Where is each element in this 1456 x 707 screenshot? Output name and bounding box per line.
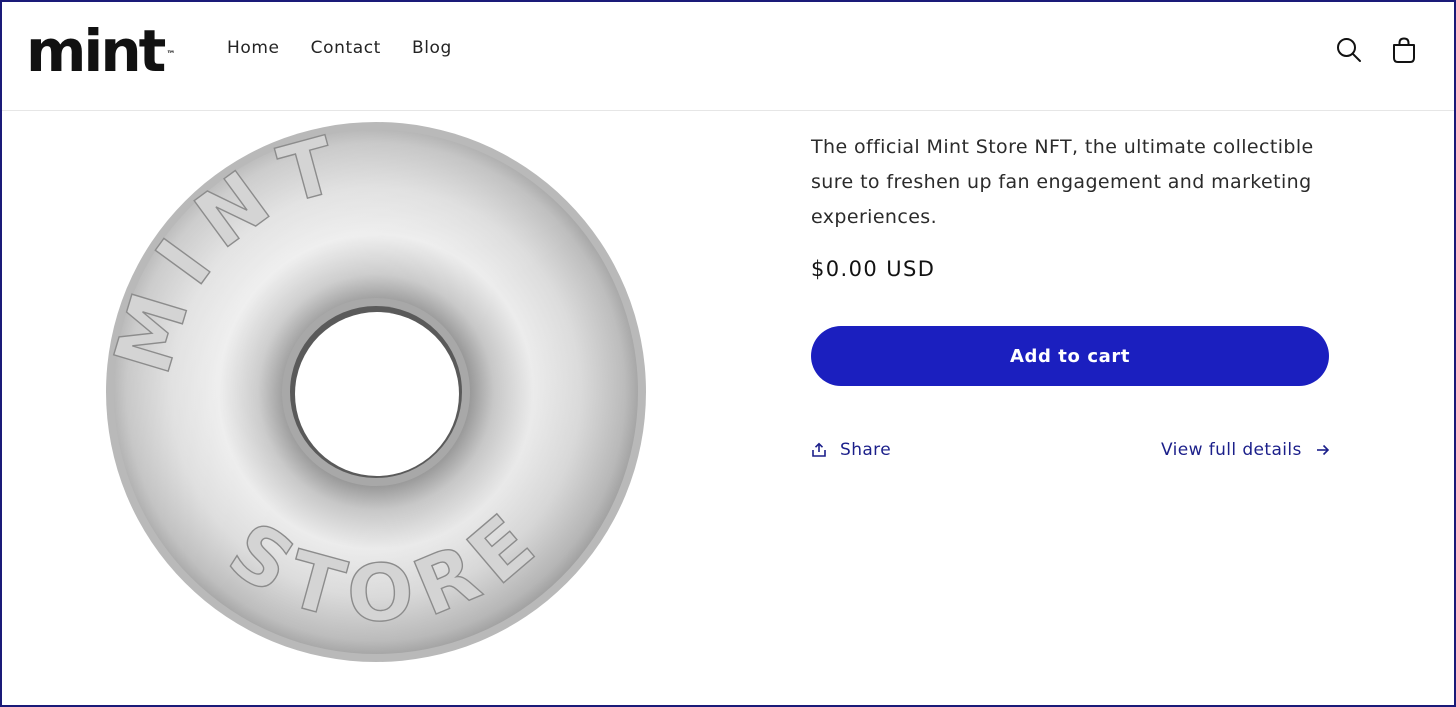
- main-nav: Home Contact Blog: [227, 38, 452, 58]
- view-full-details-link[interactable]: View full details: [1161, 440, 1330, 460]
- arrow-right-icon: [1316, 444, 1329, 456]
- view-details-label: View full details: [1161, 440, 1302, 460]
- product-description: The official Mint Store NFT, the ultimat…: [811, 136, 1314, 228]
- product-info: The official Mint Store NFT, the ultimat…: [811, 130, 1331, 460]
- logo-text: mint: [26, 17, 166, 85]
- share-label: Share: [840, 440, 892, 460]
- nav-contact-link[interactable]: Contact: [311, 38, 381, 58]
- product-price: $0.00 USD: [811, 257, 936, 281]
- site-logo[interactable]: mint ™: [26, 22, 176, 80]
- page-frame: mint ™ Home Contact Blog MINT STORE The …: [0, 0, 1456, 707]
- share-icon: [812, 442, 826, 457]
- add-to-cart-button[interactable]: Add to cart: [811, 326, 1329, 386]
- product-image[interactable]: MINT STORE: [97, 116, 650, 666]
- search-icon: [1337, 38, 1361, 62]
- share-button[interactable]: Share: [811, 440, 891, 460]
- mint-store-coin-image: MINT STORE: [97, 116, 646, 662]
- nav-blog-link[interactable]: Blog: [412, 38, 452, 58]
- cart-button[interactable]: [1390, 36, 1418, 64]
- cart-icon: [1393, 37, 1415, 63]
- logo-trademark: ™: [166, 50, 176, 60]
- nav-home-link[interactable]: Home: [227, 38, 280, 58]
- site-header: mint ™ Home Contact Blog: [2, 2, 1454, 111]
- search-button[interactable]: [1335, 36, 1363, 64]
